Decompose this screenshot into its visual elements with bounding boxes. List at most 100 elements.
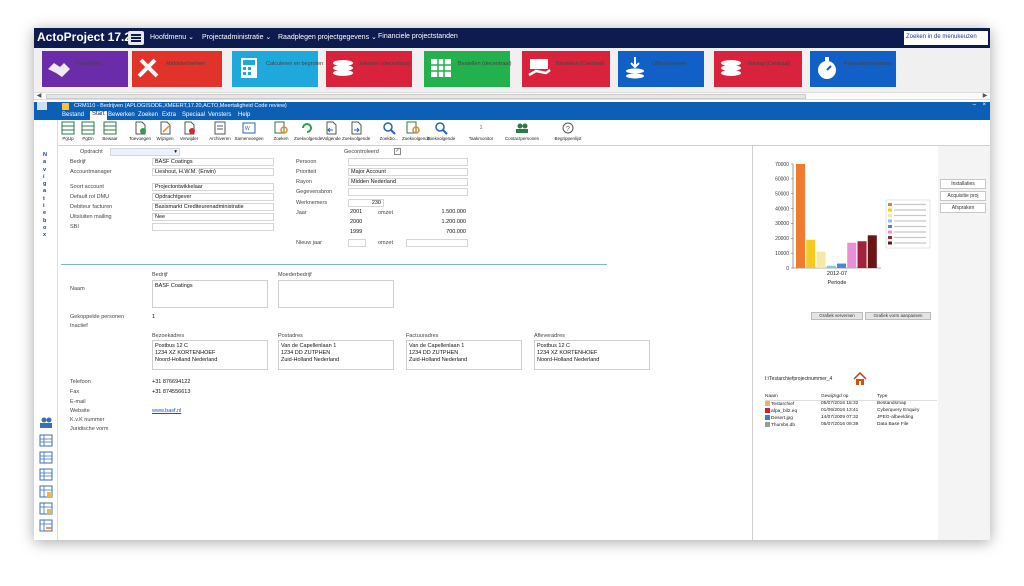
zoekvolgende-button[interactable]: Zoekvolgende	[294, 121, 322, 141]
moederbedrijf-box[interactable]	[278, 280, 394, 308]
table-row[interactable]: Thumbs.db 05/07/2016 09:39 Data Base Fil…	[765, 422, 937, 429]
table-row[interactable]: afpa_bil2.eq 01/06/2016 13:41 Cyberquery…	[765, 408, 937, 415]
tile-bar: Favorieten Middelenbeheer Calculeren en …	[34, 48, 990, 92]
tile-projectadministratie[interactable]: Projectadministratie	[810, 51, 896, 87]
tile-offertebeheer[interactable]: Offertebeheer	[618, 51, 704, 87]
pgup-button[interactable]: PgUp	[60, 121, 76, 141]
tile-favorieten[interactable]: Favorieten	[42, 51, 128, 87]
contactpersonen-button[interactable]: Contactpersonen	[504, 121, 540, 141]
omzet-input[interactable]: 700.000	[406, 229, 468, 237]
users-icon[interactable]	[39, 416, 53, 429]
tile-bestellen-centraal[interactable]: Bestellen (Centraal)	[522, 51, 610, 87]
toevoegen-button[interactable]: Toevoegen	[128, 121, 152, 141]
grafiek-verversen-button[interactable]: Grafiek verversen	[811, 312, 863, 320]
rayon-input[interactable]: Midden Nederland	[348, 178, 468, 186]
gecontroleerd-checkbox[interactable]: ✓	[394, 148, 401, 155]
close-icon[interactable]: ×	[982, 102, 986, 108]
telefoon-value[interactable]: +31 876694122	[152, 379, 190, 385]
sbi-input[interactable]	[152, 223, 274, 231]
table-row[interactable]: Desert.jpg 14/07/2009 07:32 JPEG-afbeeld…	[765, 415, 937, 422]
tab-help[interactable]: Help	[238, 112, 250, 118]
tile-bestellen-decentraal[interactable]: Bestellen (decentraal)	[424, 51, 512, 87]
volgende-button[interactable]: Volgende	[322, 121, 341, 141]
pgdn-button[interactable]: PgDn	[80, 121, 96, 141]
archive-path: I:\Testarchiefprojectnummer_4	[765, 376, 833, 382]
fax-value[interactable]: +31 874556613	[152, 389, 190, 395]
tile-calculeren[interactable]: Calculeren en begroten	[232, 51, 323, 87]
jaar-input[interactable]: 1999	[348, 229, 366, 237]
omzet-input[interactable]: 1.200.000	[406, 219, 468, 227]
afspraken-button[interactable]: Afspraken	[940, 203, 986, 213]
postadres-box[interactable]: Van de Capellenlaan 1 1234 DD ZUTPHEN Zu…	[278, 340, 394, 370]
menu-raadplegen-projectgegevens[interactable]: Raadplegen projectgegevens ⌄	[278, 33, 377, 41]
table-row[interactable]: Testarchief 05/07/2016 15:32 Bestandsmap	[765, 401, 937, 408]
zoeken-button[interactable]: Zoeken	[272, 121, 290, 141]
werknemers-input[interactable]: 230	[348, 199, 384, 207]
archiveren-button[interactable]: Archiveren	[208, 121, 232, 141]
table-icon[interactable]	[39, 434, 53, 447]
tab-bewerken[interactable]: Bewerken	[108, 112, 135, 118]
tab-vensters[interactable]: Vensters	[208, 112, 231, 118]
gegevensbron-input[interactable]	[348, 188, 468, 196]
afleveradres-box[interactable]: Postbus 12 C 1234 XZ KORTENHOEF Noord-Ho…	[534, 340, 650, 370]
default-rol-input[interactable]: Opdrachtgever	[152, 193, 274, 201]
tile-inkopen-decentraal[interactable]: Inkopen (decentraal)	[326, 51, 412, 87]
begrippenlijst-button[interactable]: ? Begrippenlijst	[552, 121, 584, 141]
save-icon	[103, 121, 117, 135]
scroll-thumb[interactable]	[46, 94, 806, 99]
zoekvolgende-next-button[interactable]: Zoekvolgende	[342, 121, 370, 141]
uitsluiten-input[interactable]: Nee	[152, 213, 274, 221]
scroll-right-icon[interactable]: ▶	[981, 93, 989, 100]
scroll-left-icon[interactable]: ◀	[35, 93, 43, 100]
menu-hoofdmenu[interactable]: Hoofdmenu ⌄	[150, 33, 194, 41]
persoon-input[interactable]	[348, 158, 468, 166]
table-edit-icon[interactable]	[39, 485, 53, 498]
tab-zoeken[interactable]: Zoeken	[138, 112, 158, 118]
zoekvolgende-filter-button[interactable]: Zoekvolgende	[402, 121, 430, 141]
wijzigen-button[interactable]: Wijzigen	[154, 121, 176, 141]
jaar-input[interactable]: 2001	[348, 209, 366, 217]
table-edit-icon[interactable]	[39, 502, 53, 515]
jaar-input[interactable]: 2000	[348, 219, 366, 227]
menu-search-input[interactable]: Zoeken in de menukeuzen	[904, 31, 988, 45]
bedrijf-input[interactable]: BASF Coatings	[152, 158, 274, 166]
tab-start[interactable]: Start	[90, 111, 107, 120]
factuuradres-box[interactable]: Van de Capellenlaan 1 1234 DD ZUTPHEN Zu…	[406, 340, 522, 370]
taakmonitor-button[interactable]: 1 Taakmonitor	[468, 121, 494, 141]
minimize-icon[interactable]: –	[973, 102, 976, 108]
verwijder-button[interactable]: Verwijder	[178, 121, 200, 141]
tab-bestand[interactable]: Bestand	[62, 112, 84, 118]
opdracht-select[interactable]: ▾	[110, 148, 180, 156]
table-icon[interactable]	[39, 468, 53, 481]
grafiek-vorm-aanpassen-button[interactable]: Grafiek vorm aanpassen	[865, 312, 931, 320]
window-menu-icon[interactable]	[37, 102, 47, 110]
menu-projectadministratie[interactable]: Projectadministratie ⌄	[202, 33, 271, 41]
tile-middelenbeheer[interactable]: Middelenbeheer	[132, 51, 222, 87]
tab-extra[interactable]: Extra	[162, 112, 176, 118]
zoekvolgende-search-button[interactable]: Zoekvolgende	[426, 121, 456, 141]
soort-account-input[interactable]: Projectontwikkelaar	[152, 183, 274, 191]
app-title: ActoProject 17.20	[37, 30, 138, 44]
prioriteit-input[interactable]: Major Account	[348, 168, 468, 176]
bewaar-button[interactable]: Bewaar	[100, 121, 120, 141]
table-icon[interactable]	[39, 451, 53, 464]
debiteur-input[interactable]: Basismarkt Crediteurenadministratie	[152, 203, 274, 211]
hamburger-menu-icon[interactable]	[128, 31, 144, 45]
home-icon[interactable]	[853, 372, 867, 386]
samenvoegen-button[interactable]: W Samenvoegen	[234, 121, 264, 141]
acquisitie-proj-button[interactable]: Acquisitie proj	[940, 191, 986, 201]
nieuw-jaar-input[interactable]	[348, 239, 366, 247]
installaties-button[interactable]: Installaties	[940, 179, 986, 189]
website-link[interactable]: www.basf.nl	[152, 408, 181, 414]
accountmanager-input[interactable]: Lieshout, H.W.M. (Erwin)	[152, 168, 274, 176]
nieuw-omzet-input[interactable]	[406, 239, 468, 247]
zoekbo-button[interactable]: Zoekbo...	[378, 121, 400, 141]
omzet-input[interactable]: 1.500.000	[406, 209, 468, 217]
bezoekadres-box[interactable]: Postbus 12 C 1234 XZ KORTENHOEF Noord-Ho…	[152, 340, 268, 370]
naam-box[interactable]: BASF Coatings	[152, 280, 268, 308]
table-arrow-icon[interactable]	[39, 519, 53, 532]
menu-financiele-projectstanden[interactable]: Financiele projectstanden	[378, 33, 458, 40]
tile-scrollbar[interactable]: ◀ ▶	[34, 92, 990, 100]
tab-speciaal[interactable]: Speciaal	[182, 112, 205, 118]
tile-inkoop-centraal[interactable]: Inkoop (Centraal)	[714, 51, 802, 87]
